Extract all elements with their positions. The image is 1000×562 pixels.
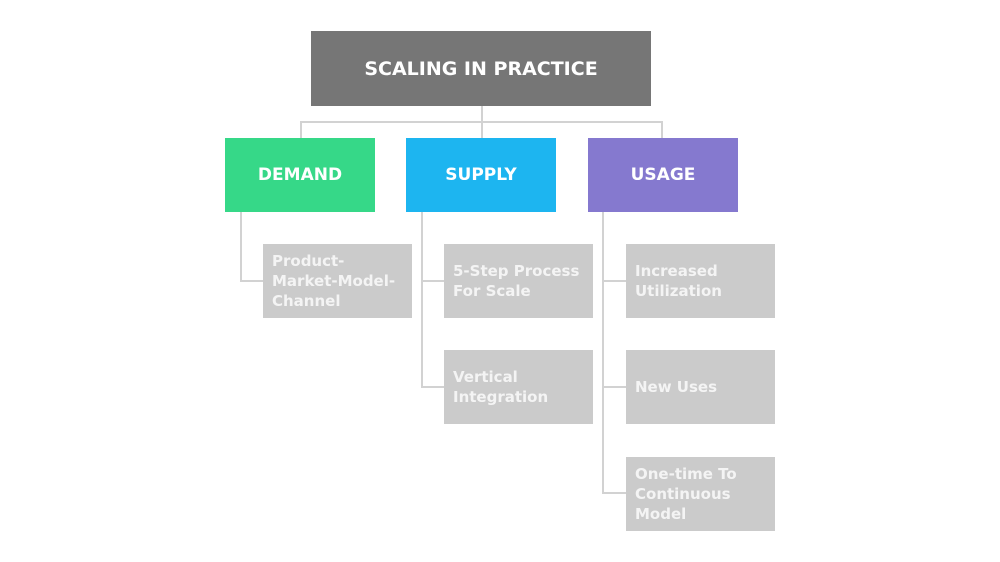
connector-demand-drop bbox=[300, 121, 302, 139]
category-label: SUPPLY bbox=[445, 165, 517, 185]
category-supply: SUPPLY bbox=[406, 138, 556, 212]
leaf-label: Increased Utilization bbox=[635, 262, 722, 300]
leaf-5-step-process: 5-Step Process For Scale bbox=[444, 244, 593, 318]
connector-demand-trunk bbox=[240, 212, 242, 282]
connector-supply-trunk bbox=[421, 212, 423, 388]
root-node: SCALING IN PRACTICE bbox=[311, 31, 651, 106]
connector-demand-branch bbox=[240, 280, 263, 282]
connector-usage-trunk bbox=[602, 212, 604, 494]
leaf-label: New Uses bbox=[635, 378, 718, 396]
root-label: SCALING IN PRACTICE bbox=[364, 57, 598, 80]
leaf-new-uses: New Uses bbox=[626, 350, 775, 424]
leaf-label: Vertical Integration bbox=[453, 368, 549, 406]
leaf-vertical-integration: Vertical Integration bbox=[444, 350, 593, 424]
connector-supply-drop bbox=[481, 121, 483, 139]
leaf-label: Product-Market-Model-Channel bbox=[272, 252, 396, 310]
category-label: USAGE bbox=[630, 165, 696, 185]
connector-usage-branch bbox=[602, 386, 626, 388]
leaf-label: 5-Step Process For Scale bbox=[453, 262, 580, 300]
connector-supply-branch bbox=[421, 280, 444, 282]
leaf-product-market-model-channel: Product-Market-Model-Channel bbox=[263, 244, 412, 318]
category-demand: DEMAND bbox=[225, 138, 375, 212]
connector-supply-branch bbox=[421, 386, 444, 388]
connector-usage-branch bbox=[602, 492, 626, 494]
category-label: DEMAND bbox=[257, 165, 343, 185]
connector-usage-drop bbox=[661, 121, 663, 139]
leaf-label: One-time To Continuous Model bbox=[635, 465, 737, 523]
category-usage: USAGE bbox=[588, 138, 738, 212]
connector-usage-branch bbox=[602, 280, 626, 282]
leaf-one-time-to-continuous: One-time To Continuous Model bbox=[626, 457, 775, 531]
leaf-increased-utilization: Increased Utilization bbox=[626, 244, 775, 318]
